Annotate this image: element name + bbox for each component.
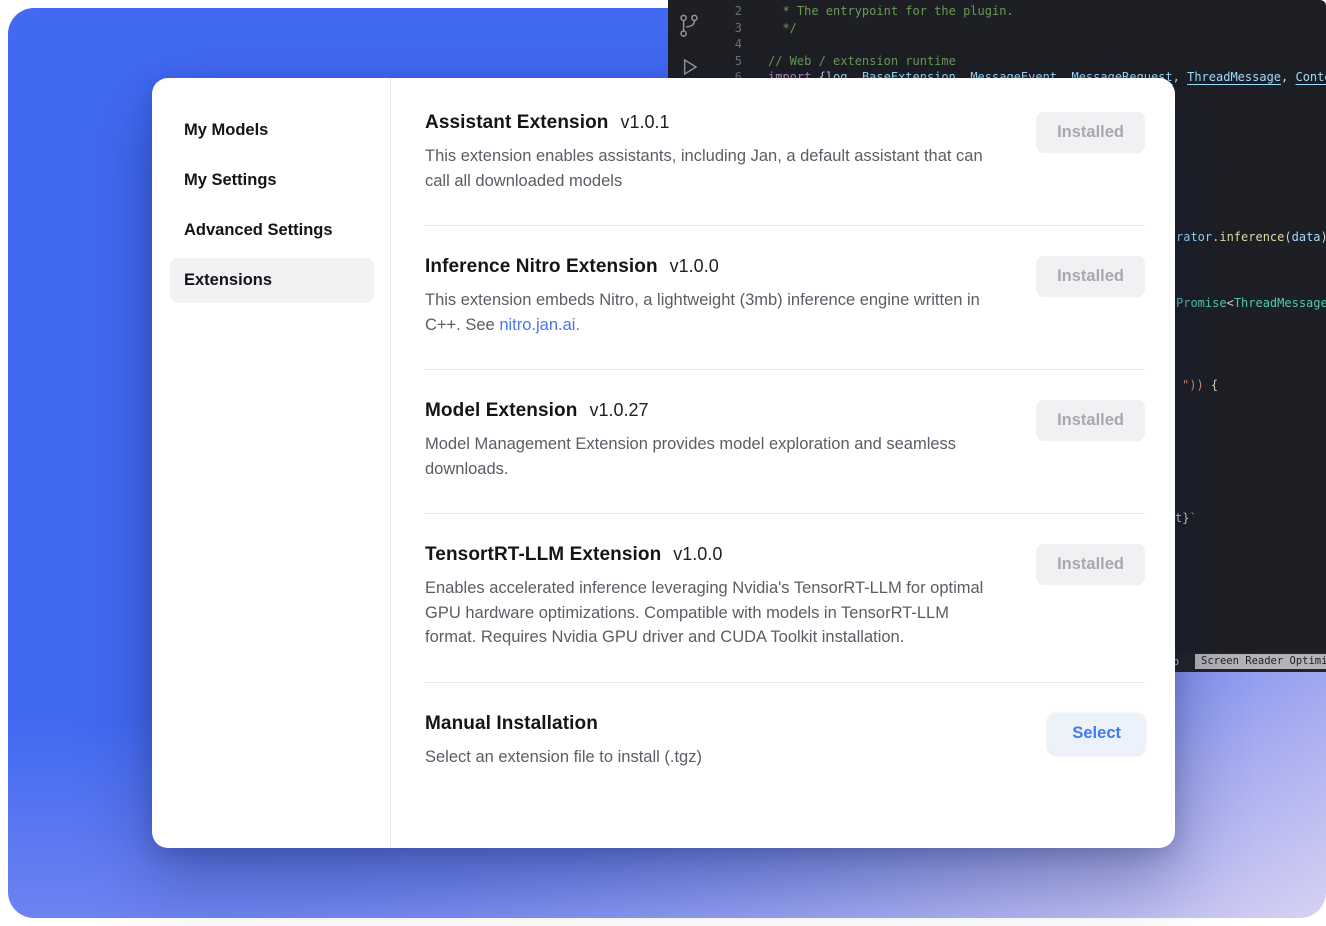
extension-version: v1.0.1	[621, 112, 670, 133]
sidebar-item-extensions[interactable]: Extensions	[170, 258, 374, 303]
code-line: 3 */	[668, 20, 1326, 37]
code-fragment: Promise<ThreadMessage>	[1176, 295, 1326, 312]
extension-title: Assistant Extension	[425, 112, 609, 134]
extension-row-model: Model Extension v1.0.27 Model Management…	[425, 370, 1145, 514]
installed-button[interactable]: Installed	[1036, 544, 1145, 585]
code-lines: 2 * The entrypoint for the plugin. 3 */ …	[668, 3, 1326, 86]
extension-row-inference-nitro: Inference Nitro Extension v1.0.0 This ex…	[425, 226, 1145, 370]
installed-button[interactable]: Installed	[1036, 400, 1145, 441]
extension-row-assistant: Assistant Extension v1.0.1 This extensio…	[425, 80, 1145, 226]
manual-installation-title: Manual Installation	[425, 713, 598, 735]
code-text: // Web / extension runtime	[768, 53, 956, 70]
code-text: */	[768, 20, 797, 37]
select-button[interactable]: Select	[1048, 713, 1145, 754]
extension-title: Inference Nitro Extension	[425, 256, 658, 278]
extension-version: v1.0.0	[673, 544, 722, 565]
nitro-jan-ai-link[interactable]: nitro.jan.ai.	[499, 316, 580, 334]
sidebar-item-my-models[interactable]: My Models	[170, 108, 374, 153]
manual-installation-row: Manual Installation Select an extension …	[425, 683, 1145, 770]
line-number: 5	[668, 53, 768, 70]
extension-description: This extension enables assistants, inclu…	[425, 144, 1003, 193]
code-line: 5 // Web / extension runtime	[668, 53, 1326, 70]
sidebar-item-my-settings[interactable]: My Settings	[170, 158, 374, 203]
extension-description: Enables accelerated inference leveraging…	[425, 576, 1003, 650]
installed-button[interactable]: Installed	[1036, 256, 1145, 297]
extension-row-tensorrt-llm: TensortRT-LLM Extension v1.0.0 Enables a…	[425, 514, 1145, 683]
line-number: 4	[668, 36, 768, 53]
code-fragment: rator.inference(data));	[1176, 229, 1326, 246]
settings-card: My Models My Settings Advanced Settings …	[152, 78, 1175, 848]
extensions-panel: Assistant Extension v1.0.1 This extensio…	[391, 78, 1175, 848]
extension-description: This extension embeds Nitro, a lightweig…	[425, 288, 1003, 337]
extension-version: v1.0.27	[589, 400, 648, 421]
code-fragment: t}`	[1175, 510, 1197, 527]
settings-sidebar: My Models My Settings Advanced Settings …	[152, 78, 391, 848]
page: 2 * The entrypoint for the plugin. 3 */ …	[0, 0, 1326, 926]
line-number: 3	[668, 20, 768, 37]
line-number: 2	[668, 3, 768, 20]
extension-title: Model Extension	[425, 400, 577, 422]
extension-description: Model Management Extension provides mode…	[425, 432, 1003, 481]
code-line: 2 * The entrypoint for the plugin.	[668, 3, 1326, 20]
code-text: * The entrypoint for the plugin.	[768, 3, 1014, 20]
screen-reader-status[interactable]: Screen Reader Optimized	[1195, 654, 1326, 669]
installed-button[interactable]: Installed	[1036, 112, 1145, 153]
code-line: 4	[668, 36, 1326, 53]
extension-title: TensortRT-LLM Extension	[425, 544, 661, 566]
sidebar-item-advanced-settings[interactable]: Advanced Settings	[170, 208, 374, 253]
extension-version: v1.0.0	[670, 256, 719, 277]
manual-installation-description: Select an extension file to install (.tg…	[425, 745, 702, 770]
code-fragment: ")) {	[1182, 377, 1218, 394]
